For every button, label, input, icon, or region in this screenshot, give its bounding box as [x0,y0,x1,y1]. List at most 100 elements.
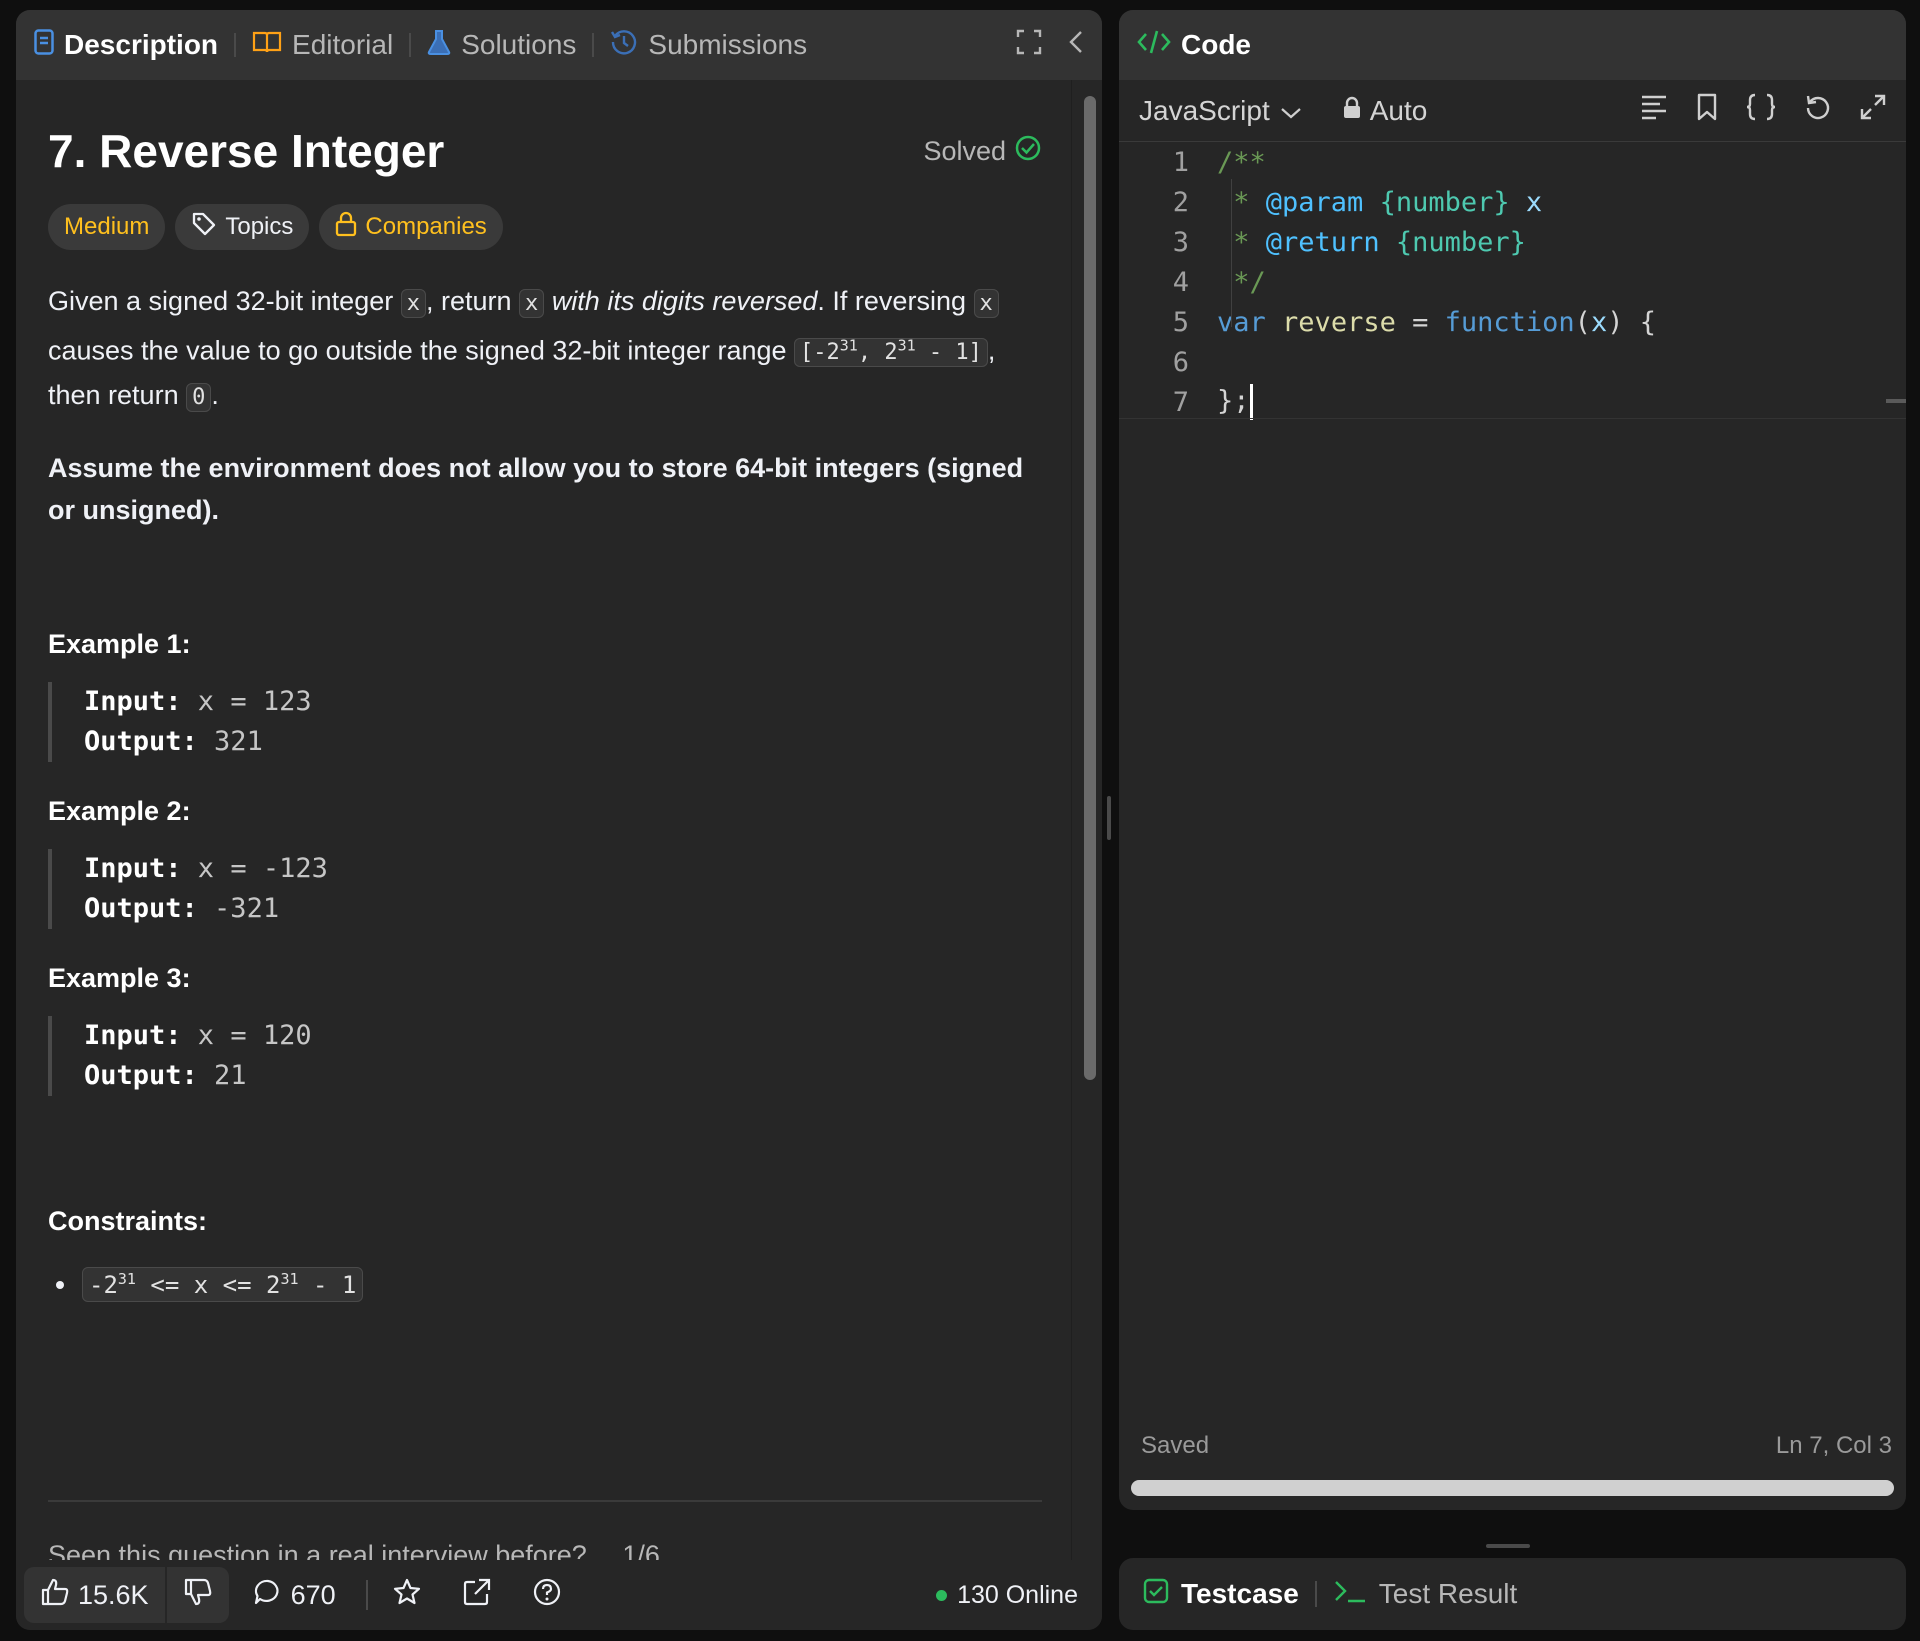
tab-testcase[interactable]: Testcase [1143,1578,1299,1611]
like-button[interactable]: 15.6K [24,1567,165,1623]
collapse-left-icon[interactable] [1068,29,1084,62]
example-3: Example 3: Input: x = 120 Output: 21 [48,963,1070,1097]
inline-code-x: x [519,289,545,318]
comment-icon [253,1577,283,1614]
difficulty-badge: Medium [48,204,166,250]
code-tabbar: Code [1119,10,1906,80]
check-circle-icon [1014,134,1042,169]
tab-divider [592,33,595,57]
tab-submissions[interactable]: Submissions [610,28,807,63]
tab-test-result-label: Test Result [1378,1578,1518,1609]
star-icon [392,1577,422,1614]
question-mark-icon [532,1577,562,1614]
online-dot [936,1589,948,1601]
code-line: 6 [1172,346,1189,378]
bullet [56,1280,64,1289]
panel-resize-handle-horizontal[interactable] [1486,1544,1530,1548]
constraints-title: Constraints: [48,1206,208,1237]
share-button[interactable] [462,1577,492,1614]
statement-text: causes the value to go outside the signe… [48,335,787,366]
like-count: 15.6K [78,1579,149,1610]
text-cursor [1249,384,1253,420]
mode-label: Auto [1369,94,1428,126]
overview-ruler-mark [1886,399,1906,403]
code-line: 4 */ [1172,266,1266,298]
statement-text: , return [425,286,512,316]
cursor-position: Ln 7, Col 3 [1775,1432,1892,1459]
constraint-item: -231 <= x <= 231 - 1 [48,1267,1070,1303]
tab-editorial[interactable]: Editorial [252,29,393,61]
tab-editorial-label: Editorial [292,29,394,60]
editor-status-bar: Saved Ln 7, Col 3 [1141,1432,1892,1460]
vote-box: 15.6K [24,1567,229,1623]
tab-description[interactable]: Description [34,28,219,62]
code-line: 3 * @return {number} [1172,226,1526,258]
problem-tags: Medium Topics Companies [48,204,1070,250]
inline-code-range: [-231, 231 - 1] [794,337,988,368]
dislike-button[interactable] [167,1567,229,1623]
tab-divider [409,33,412,57]
panel-resize-handle[interactable] [1107,796,1111,840]
fullscreen-icon[interactable] [1016,29,1042,62]
tab-divider [1314,1581,1317,1607]
code-panel: Code JavaScript Auto 1 /** 2 * @param {n… [1119,10,1906,1510]
tab-test-result[interactable]: Test Result [1333,1578,1518,1611]
statement-text: . If reversing [817,286,966,316]
lock-icon [1342,95,1362,127]
topics-button[interactable]: Topics [175,204,310,250]
problem-description: 7. Reverse Integer Solved Medium Topics [16,80,1102,1560]
example-block: Input: x = 123 Output: 321 [48,682,1070,763]
lock-icon [335,211,357,244]
tab-solutions-label: Solutions [461,29,577,60]
tag-icon [191,211,217,244]
online-status: 130 Online [936,1581,1078,1610]
tab-code-label: Code [1181,29,1251,60]
example-title: Example 1: [48,629,191,660]
inline-code-zero: 0 [186,383,212,413]
current-line-highlight [1119,418,1906,419]
code-icon [1137,28,1171,63]
code-line: 5 var reverse = function(x) { [1172,306,1656,338]
horizontal-scrollbar[interactable] [1131,1480,1894,1496]
comment-count: 670 [290,1579,336,1610]
example-title: Example 2: [48,796,191,827]
favorite-button[interactable] [392,1577,422,1614]
topics-label: Topics [225,213,294,240]
comments-button[interactable]: 670 [253,1577,336,1614]
tab-description-label: Description [64,29,219,60]
tab-code[interactable]: Code [1137,28,1251,63]
solved-label: Solved [923,135,1006,166]
code-line: 7}; [1119,382,1906,422]
expand-icon[interactable] [1860,94,1886,127]
bookmark-icon[interactable] [1696,93,1718,128]
statement-text: . [211,380,219,411]
scroll-track [1071,80,1072,1560]
reset-icon[interactable] [1804,93,1832,128]
tab-solutions[interactable]: Solutions [427,29,576,62]
divider [48,1500,1042,1502]
language-select[interactable]: JavaScript [1139,95,1302,127]
format-lines-icon[interactable] [1640,94,1668,127]
code-editor[interactable]: 1/** 2 * @param {number} x 3 * @return {… [1119,142,1906,1420]
tab-testcase-label: Testcase [1181,1578,1299,1609]
problem-title[interactable]: 7. Reverse Integer [48,124,444,178]
book-icon [252,29,282,61]
flask-icon [427,29,451,62]
code-toolbar: JavaScript Auto [1119,80,1906,142]
online-count: 130 Online [957,1580,1078,1609]
vertical-scrollbar[interactable] [1084,96,1096,1080]
code-line: 1/** [1172,146,1266,178]
help-button[interactable] [532,1577,562,1614]
difficulty-label: Medium [64,213,150,240]
history-icon [610,28,638,63]
braces-icon[interactable] [1746,93,1776,128]
auto-mode-toggle[interactable]: Auto [1342,94,1428,127]
companies-label: Companies [365,213,487,240]
chevron-down-icon [1280,95,1302,127]
companies-button[interactable]: Companies [319,204,503,250]
assumption-text: Assume the environment does not allow yo… [48,453,1024,526]
testcase-tabbar: Testcase Test Result [1119,1558,1906,1630]
constraint-code: -231 <= x <= 231 - 1 [82,1267,364,1303]
tab-submissions-label: Submissions [648,29,808,60]
description-panel: Description Editorial Solutions Submissi… [16,10,1102,1630]
